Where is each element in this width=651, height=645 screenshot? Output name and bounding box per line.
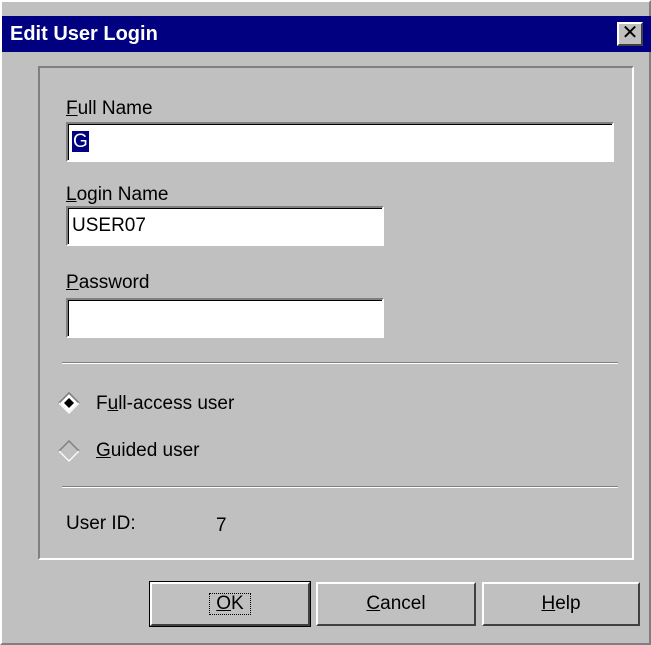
full-name-label: Full Name (66, 98, 153, 119)
login-name-label: Login Name (66, 184, 169, 205)
separator-top (62, 362, 618, 364)
password-input[interactable] (66, 298, 384, 338)
full-name-input[interactable]: G (66, 122, 614, 162)
login-name-input[interactable]: USER07 (66, 206, 384, 246)
user-id-label: User ID: (66, 513, 136, 534)
title-bar[interactable]: Edit User Login ✕ (2, 16, 651, 52)
password-label: Password (66, 272, 150, 293)
guided-user-label[interactable]: Guided user (96, 439, 200, 463)
separator-bottom (62, 486, 618, 488)
user-id-value: 7 (216, 515, 227, 536)
full-access-label[interactable]: Full-access user (96, 392, 234, 416)
login-name-value: USER07 (72, 215, 146, 236)
full-access-radio[interactable] (58, 392, 80, 414)
close-button[interactable]: ✕ (617, 22, 643, 46)
edit-user-login-dialog: Edit User Login ✕ Full Name G Login Name… (0, 0, 651, 645)
cancel-button[interactable]: Cancel (316, 582, 476, 626)
dialog-title: Edit User Login (10, 23, 158, 45)
full-name-value: G (72, 131, 89, 152)
ok-button[interactable]: OK (149, 581, 311, 627)
help-button[interactable]: Help (482, 582, 640, 626)
close-icon: ✕ (621, 22, 639, 44)
guided-user-radio[interactable] (58, 440, 80, 462)
